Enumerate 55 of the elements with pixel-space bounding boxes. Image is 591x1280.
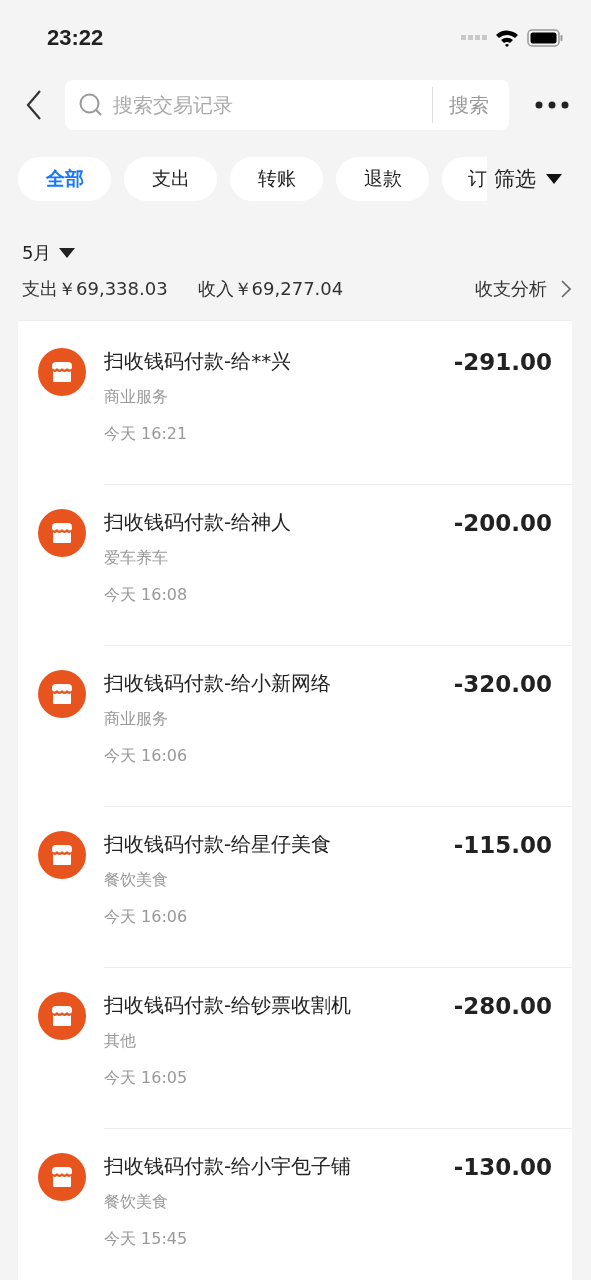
transaction-category: 餐饮美食	[104, 1192, 169, 1213]
income-total: 收入￥69,277.04	[197, 277, 344, 301]
transaction-time: 今天 16:06	[104, 907, 189, 928]
transaction-row[interactable]: 扫收钱码付款-给小宇包子铺 -130.00 餐饮美食 今天 15:45	[18, 1128, 572, 1280]
shop-icon	[38, 348, 86, 396]
transaction-row[interactable]: 扫收钱码付款-给小新网络 -320.00 商业服务 今天 16:06	[18, 645, 572, 806]
transaction-amount: -291.00	[453, 348, 552, 375]
shop-icon	[38, 509, 86, 557]
transaction-title: 扫收钱码付款-给小新网络	[104, 670, 332, 697]
filter-chip[interactable]: 转账	[230, 157, 323, 201]
transaction-row[interactable]: 扫收钱码付款-给神人 -200.00 爱车养车 今天 16:08	[18, 484, 572, 645]
analysis-link[interactable]: 收支分析	[475, 277, 571, 301]
status-time: 23:22	[47, 24, 104, 51]
back-icon[interactable]	[26, 90, 42, 120]
more-icon[interactable]	[535, 101, 569, 109]
month-selector[interactable]: 5月	[22, 241, 76, 265]
chevron-right-icon	[561, 280, 571, 298]
filter-chip[interactable]: 全部	[18, 157, 111, 201]
transaction-row[interactable]: 扫收钱码付款-给星仔美食 -115.00 餐饮美食 今天 16:06	[18, 806, 572, 967]
filter-chip[interactable]: 退款	[336, 157, 429, 201]
transaction-amount: -130.00	[453, 1153, 552, 1180]
transaction-category: 商业服务	[104, 387, 169, 408]
transaction-row[interactable]: 扫收钱码付款-给钞票收割机 -280.00 其他 今天 16:05	[18, 967, 572, 1128]
transaction-title: 扫收钱码付款-给星仔美食	[104, 831, 332, 858]
dropdown-icon	[59, 248, 76, 258]
expense-total: 支出￥69,338.03	[22, 277, 168, 301]
shop-icon	[38, 831, 86, 879]
transaction-title: 扫收钱码付款-给小宇包子铺	[104, 1153, 352, 1180]
search-icon	[79, 93, 103, 117]
shop-icon	[38, 992, 86, 1040]
transaction-amount: -320.00	[453, 670, 552, 697]
transaction-category: 其他	[104, 1031, 137, 1052]
transaction-time: 今天 15:45	[104, 1229, 189, 1250]
transaction-row[interactable]: 扫收钱码付款-给**兴 -291.00 商业服务 今天 16:21	[18, 323, 572, 484]
transaction-time: 今天 16:21	[104, 424, 189, 445]
transaction-category: 爱车养车	[104, 548, 169, 569]
transaction-title: 扫收钱码付款-给神人	[104, 509, 292, 536]
transaction-title: 扫收钱码付款-给钞票收割机	[104, 992, 352, 1019]
transaction-amount: -115.00	[453, 831, 552, 858]
transaction-time: 今天 16:05	[104, 1068, 189, 1089]
dropdown-icon	[546, 174, 562, 184]
transaction-category: 餐饮美食	[104, 870, 169, 891]
shop-icon	[38, 1153, 86, 1201]
shop-icon	[38, 670, 86, 718]
filter-chip[interactable]: 支出	[124, 157, 217, 201]
transaction-amount: -280.00	[453, 992, 552, 1019]
wifi-icon	[495, 28, 519, 47]
transaction-category: 商业服务	[104, 709, 169, 730]
transaction-amount: -200.00	[453, 509, 552, 536]
transaction-time: 今天 16:08	[104, 585, 189, 606]
battery-icon	[527, 28, 563, 47]
transaction-time: 今天 16:06	[104, 746, 189, 767]
transaction-title: 扫收钱码付款-给**兴	[104, 348, 292, 375]
signal-icon	[461, 34, 487, 41]
filter-chip[interactable]: 订	[442, 157, 487, 201]
